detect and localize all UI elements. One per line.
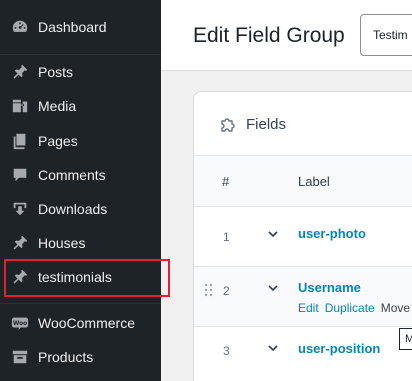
media-icon xyxy=(10,96,30,116)
table-row[interactable]: 3 user-position xyxy=(194,327,412,381)
field-label-link[interactable]: Username xyxy=(298,280,361,295)
sidebar-separator xyxy=(0,303,161,304)
pin-icon xyxy=(10,62,30,82)
tooltip-chip: M xyxy=(399,328,412,350)
pages-icon xyxy=(10,131,30,151)
sidebar-item-downloads[interactable]: Downloads xyxy=(0,192,161,226)
sidebar-item-label: Comments xyxy=(38,167,106,183)
field-label-link[interactable]: user-position xyxy=(298,341,380,356)
page-title: Edit Field Group xyxy=(193,24,345,47)
fields-panel: Fields # Label 1 user-photo 2 Username E… xyxy=(193,91,412,381)
sidebar-item-posts[interactable]: Posts xyxy=(0,55,161,89)
sidebar-item-label: testimonials xyxy=(38,269,112,285)
chevron-down-icon[interactable] xyxy=(266,281,280,295)
sidebar-item-label: Pages xyxy=(38,133,78,149)
comment-icon xyxy=(10,165,30,185)
table-row[interactable]: 1 user-photo xyxy=(194,207,412,267)
woocommerce-icon: Woo xyxy=(10,313,30,333)
move-link[interactable]: Move xyxy=(381,301,410,315)
sidebar-item-label: Posts xyxy=(38,64,74,80)
sidebar-item-label: Media xyxy=(38,98,77,114)
sidebar-item-media[interactable]: Media xyxy=(0,89,161,123)
field-group-title-input[interactable]: Testim xyxy=(360,14,412,56)
admin-sidebar: Dashboard Posts Media Pages Comments Dow… xyxy=(0,0,170,381)
edit-link[interactable]: Edit xyxy=(298,301,319,315)
archive-icon xyxy=(10,347,30,367)
chevron-down-icon[interactable] xyxy=(266,341,280,355)
sidebar-item-label: WooCommerce xyxy=(38,315,135,331)
puzzle-icon xyxy=(218,114,238,134)
panel-title: Fields xyxy=(246,116,287,133)
drag-handle-icon[interactable] xyxy=(204,283,214,297)
sidebar-item-label: Dashboard xyxy=(38,19,107,35)
column-header-label: Label xyxy=(298,174,330,189)
row-actions: Edit Duplicate Move xyxy=(298,301,412,315)
panel-header: Fields xyxy=(194,92,412,156)
sidebar-item-woocommerce[interactable]: Woo WooCommerce xyxy=(0,306,161,340)
sidebar-item-testimonials[interactable]: testimonials xyxy=(0,260,161,294)
table-row[interactable]: 2 Username Edit Duplicate Move xyxy=(194,267,412,327)
chevron-down-icon[interactable] xyxy=(266,227,280,241)
download-icon xyxy=(10,199,30,219)
pin-icon xyxy=(10,267,30,287)
sidebar-item-comments[interactable]: Comments xyxy=(0,158,161,192)
field-order-number: 1 xyxy=(223,230,230,244)
svg-text:Woo: Woo xyxy=(13,321,27,327)
sidebar-item-label: Houses xyxy=(38,235,86,251)
pin-icon xyxy=(10,233,30,253)
duplicate-link[interactable]: Duplicate xyxy=(325,301,375,315)
sidebar-item-dashboard[interactable]: Dashboard xyxy=(0,10,161,44)
field-order-number: 3 xyxy=(223,344,230,358)
sidebar-item-houses[interactable]: Houses xyxy=(0,226,161,260)
dashboard-icon xyxy=(10,17,30,37)
page-header: Edit Field Group Testim xyxy=(161,0,412,71)
sidebar-item-label: Downloads xyxy=(38,201,108,217)
sidebar-item-products[interactable]: Products xyxy=(0,340,161,374)
sidebar-item-label: Products xyxy=(38,349,94,365)
field-label-link[interactable]: user-photo xyxy=(298,226,366,241)
sidebar-item-pages[interactable]: Pages xyxy=(0,124,161,158)
table-header: # Label xyxy=(194,156,412,207)
column-header-number: # xyxy=(222,174,230,189)
field-order-number: 2 xyxy=(223,284,230,298)
